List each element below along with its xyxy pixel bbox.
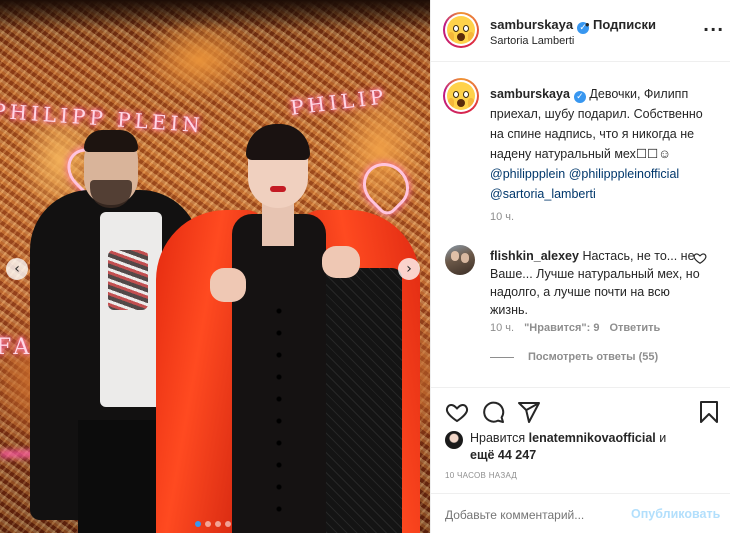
photo-shadow bbox=[0, 0, 430, 30]
liker-avatar[interactable] bbox=[445, 431, 463, 449]
dress-buttons bbox=[276, 300, 282, 520]
bookmark-icon[interactable] bbox=[697, 400, 721, 424]
chevron-right-icon: › bbox=[406, 261, 412, 277]
carousel-prev-button[interactable]: ‹ bbox=[6, 258, 28, 280]
caption-author-avatar[interactable] bbox=[443, 78, 479, 114]
post-timestamp[interactable]: 10 часов назад bbox=[445, 471, 517, 480]
composer-divider bbox=[431, 493, 730, 494]
likes-summary: Нравится lenatemnikovaofficial и ещё 44 … bbox=[470, 430, 720, 464]
following-button[interactable]: Подписки bbox=[593, 17, 656, 32]
view-replies-label: Посмотреть ответы (55) bbox=[528, 351, 659, 363]
replies-line bbox=[490, 356, 514, 358]
publish-button[interactable]: Опубликовать bbox=[631, 507, 720, 521]
neon-heart-right bbox=[353, 153, 419, 219]
neon-sign-right: PHILIP bbox=[288, 84, 389, 120]
carousel-dot bbox=[205, 521, 211, 527]
likes-prefix: Нравится bbox=[470, 431, 526, 445]
post-caption: samburskaya ✓ Девочки, Филипп приехал, шу… bbox=[490, 84, 720, 164]
woman-hand-right bbox=[322, 246, 360, 278]
verified-badge-icon: ✓ bbox=[573, 91, 586, 103]
header-separator: • bbox=[585, 17, 590, 32]
heart-icon[interactable] bbox=[445, 400, 469, 424]
woman-hair bbox=[246, 124, 310, 160]
liker-username[interactable]: lenatemnikovaofficial bbox=[529, 431, 656, 445]
author-username: samburskaya bbox=[490, 17, 574, 32]
screaming-emoji-icon bbox=[447, 82, 475, 110]
likes-middle: и bbox=[659, 431, 667, 445]
mention-link[interactable]: @philipppleinofficial bbox=[569, 167, 679, 181]
post-side-panel: samburskaya ✓ • Подписки Sartoria Lambert… bbox=[430, 0, 730, 533]
more-options-icon[interactable]: ··· bbox=[703, 20, 724, 39]
man-hair bbox=[84, 130, 138, 152]
chevron-left-icon: ‹ bbox=[14, 261, 20, 277]
woman-lips bbox=[270, 186, 286, 192]
mention-link[interactable]: @philippplein bbox=[490, 167, 565, 181]
share-icon[interactable] bbox=[517, 400, 541, 424]
caption-time[interactable]: 10 ч. bbox=[490, 211, 514, 223]
comment-icon[interactable] bbox=[481, 400, 505, 424]
carousel-next-button[interactable]: › bbox=[398, 258, 420, 280]
mention-link[interactable]: @sartoria_lamberti bbox=[490, 187, 596, 201]
actions-divider bbox=[431, 387, 730, 388]
commenter-avatar[interactable] bbox=[445, 245, 475, 275]
screaming-emoji-icon bbox=[447, 16, 475, 44]
carousel-dot bbox=[225, 521, 231, 527]
post-photo[interactable]: PHILIPP PLEIN PHILIP FAI ‹ › bbox=[0, 0, 430, 533]
comment: flishkin_alexey Настась, не то... не Ваш… bbox=[490, 247, 700, 319]
carousel-dots bbox=[195, 521, 231, 527]
location-link[interactable]: Sartoria Lamberti bbox=[490, 35, 574, 47]
carousel-dot bbox=[195, 521, 201, 527]
woman-hand-left bbox=[210, 268, 246, 302]
likes-count[interactable]: ещё 44 247 bbox=[470, 448, 536, 462]
add-comment-input[interactable] bbox=[445, 508, 625, 522]
carousel-dot bbox=[215, 521, 221, 527]
comment-time[interactable]: 10 ч. bbox=[490, 322, 514, 334]
header-divider bbox=[431, 61, 730, 62]
caption-username[interactable]: samburskaya bbox=[490, 87, 570, 101]
comment-likes-count[interactable]: "Нравится": 9 bbox=[524, 322, 599, 334]
comment-like-icon[interactable] bbox=[693, 251, 707, 265]
reply-button[interactable]: Ответить bbox=[609, 322, 660, 334]
comment-meta: 10 ч. "Нравится": 9 Ответить bbox=[490, 322, 660, 334]
coat-lining bbox=[318, 268, 402, 533]
view-replies-button[interactable]: Посмотреть ответы (55) bbox=[490, 351, 658, 363]
author-username-link[interactable]: samburskaya ✓ bbox=[490, 17, 590, 34]
caption-mentions: @philippplein @philipppleinofficial @sar… bbox=[490, 164, 722, 204]
post-actions bbox=[443, 400, 723, 424]
man-shirt-print bbox=[108, 250, 148, 310]
comment-username[interactable]: flishkin_alexey bbox=[490, 249, 579, 263]
author-avatar[interactable] bbox=[443, 12, 479, 48]
